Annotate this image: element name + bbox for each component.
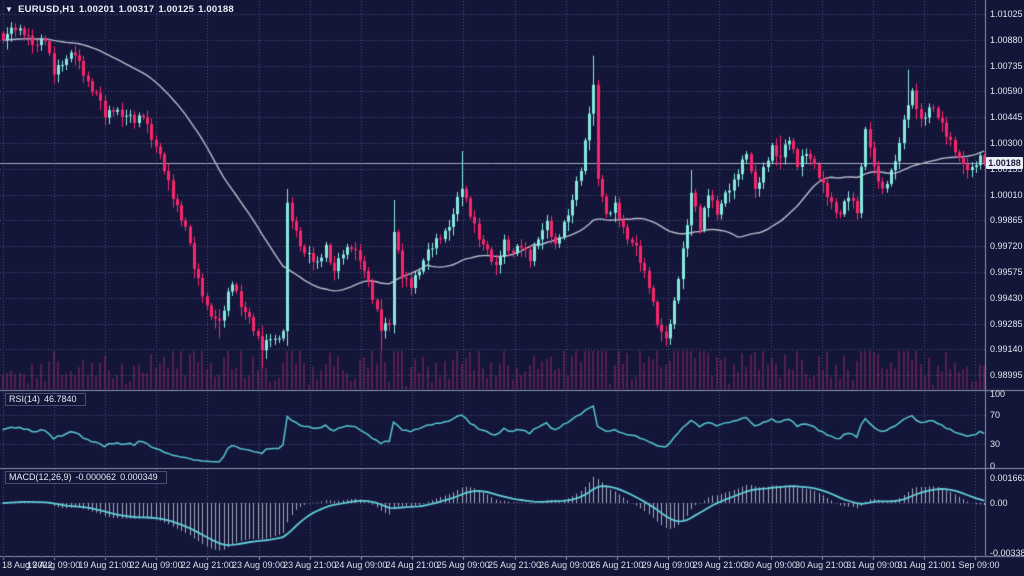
chart-canvas[interactable] [0, 0, 1024, 576]
trading-chart-window: ▼EURUSD,H11.002011.003171.001251.00188 R… [0, 0, 1024, 576]
